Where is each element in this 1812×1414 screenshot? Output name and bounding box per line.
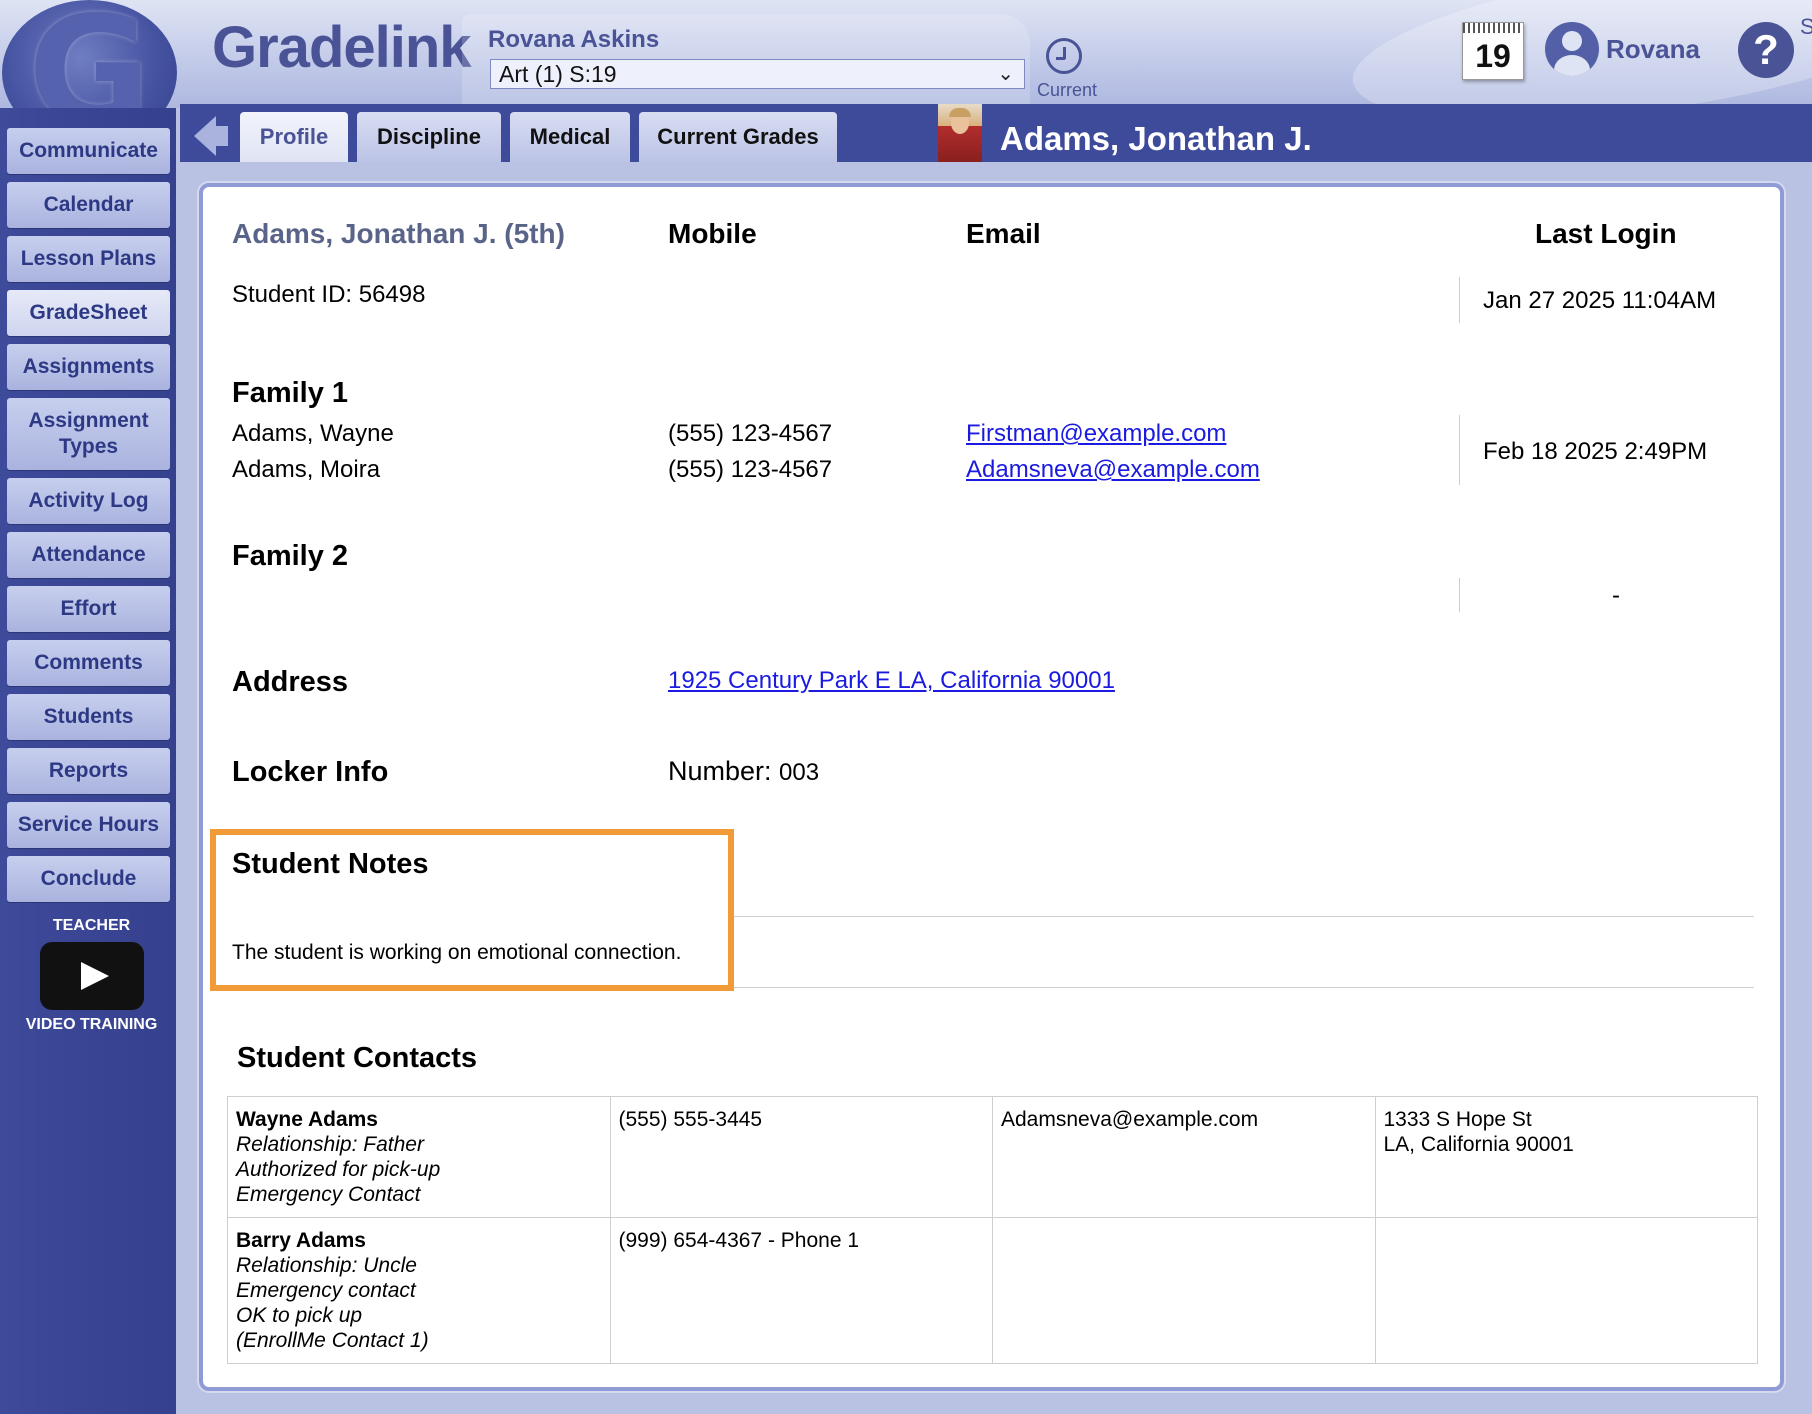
video-training-label[interactable]: VIDEO TRAINING — [0, 1016, 183, 1034]
locker-number: Number: 003 — [668, 756, 819, 787]
contact-phone-cell: (999) 654-4367 - Phone 1 — [609, 1217, 993, 1364]
address-heading: Address — [232, 666, 349, 698]
table-row: Wayne Adams Relationship: Father Authori… — [227, 1096, 1758, 1218]
class-select[interactable]: Art (1) S:19 ⌄ — [490, 59, 1025, 89]
back-arrow-icon[interactable] — [194, 116, 230, 156]
contact-detail: Relationship: Father — [236, 1133, 424, 1156]
contact-email: Adamsneva@example.com — [1001, 1108, 1259, 1131]
family-1-heading: Family 1 — [232, 377, 349, 409]
divider — [1459, 277, 1460, 323]
sidebar-item-communicate[interactable]: Communicate — [7, 128, 170, 174]
last-login-column-header: Last Login — [1535, 218, 1677, 249]
student-last-login: Jan 27 2025 11:04AM — [1483, 287, 1717, 314]
sidebar-item-service-hours[interactable]: Service Hours — [7, 802, 170, 848]
chevron-down-icon: ⌄ — [997, 63, 1014, 85]
sidebar-item-students[interactable]: Students — [7, 694, 170, 740]
sidebar-item-assignment-types[interactable]: Assignment Types — [7, 398, 170, 470]
contact-detail: (EnrollMe Contact 1) — [236, 1329, 429, 1352]
divider — [734, 916, 1754, 917]
sidebar-item-activity-log[interactable]: Activity Log — [7, 478, 170, 524]
contact-phone: (555) 555-3445 — [618, 1108, 763, 1131]
family-2-heading: Family 2 — [232, 540, 349, 572]
family-2-last-login: - — [1612, 582, 1620, 609]
contact-address-cell: 1333 S Hope St LA, California 90001 — [1374, 1096, 1758, 1218]
contact-phone: (999) 654-4367 - Phone 1 — [618, 1229, 860, 1252]
family-1-member-email-link[interactable]: Adamsneva@example.com — [966, 456, 1260, 484]
gradelink-logo[interactable]: G — [2, 0, 177, 108]
family-1-member-name: Adams, Wayne — [232, 420, 394, 447]
student-id: Student ID: 56498 — [232, 281, 426, 308]
family-1-member-mobile: (555) 123-4567 — [668, 456, 833, 483]
divider — [1459, 415, 1460, 485]
current-term-label[interactable]: Current — [1037, 80, 1097, 101]
family-1-member-email-link[interactable]: Firstman@example.com — [966, 420, 1226, 448]
family-1-member-mobile: (555) 123-4567 — [668, 420, 833, 447]
contact-email-cell — [992, 1217, 1376, 1364]
locker-info-heading: Locker Info — [232, 756, 389, 788]
contact-email-cell: Adamsneva@example.com — [992, 1096, 1376, 1218]
contact-address-line: 1333 S Hope St — [1383, 1108, 1532, 1131]
sidebar-item-calendar[interactable]: Calendar — [7, 182, 170, 228]
contact-address-line: LA, California 90001 — [1383, 1133, 1574, 1156]
divider — [734, 987, 1754, 988]
contact-name: Barry Adams — [236, 1229, 366, 1252]
student-notes-heading: Student Notes — [232, 848, 429, 880]
header-edge-text: S — [1800, 14, 1812, 39]
contact-name-cell: Wayne Adams Relationship: Father Authori… — [227, 1096, 611, 1218]
student-avatar — [938, 104, 982, 162]
clock-icon[interactable] — [1046, 38, 1082, 74]
brand-name: Gradelink — [212, 15, 472, 80]
sidebar-item-reports[interactable]: Reports — [7, 748, 170, 794]
family-1-last-login: Feb 18 2025 2:49PM — [1483, 438, 1708, 465]
user-icon[interactable] — [1545, 22, 1599, 76]
contact-detail: OK to pick up — [236, 1304, 363, 1327]
top-header: G Gradelink Rovana Askins Art (1) S:19 ⌄… — [0, 0, 1812, 108]
contact-detail: Relationship: Uncle — [236, 1254, 417, 1277]
mobile-column-header: Mobile — [668, 218, 757, 249]
sidebar-item-assignments[interactable]: Assignments — [7, 344, 170, 390]
play-video-icon[interactable] — [40, 942, 144, 1010]
tab-profile[interactable]: Profile — [240, 112, 348, 162]
table-row: Barry Adams Relationship: Uncle Emergenc… — [227, 1217, 1758, 1364]
contact-detail: Authorized for pick-up — [236, 1158, 441, 1181]
teacher-training-label: TEACHER — [52, 917, 131, 934]
contact-name: Wayne Adams — [236, 1108, 378, 1131]
teacher-name: Rovana Askins — [488, 26, 660, 53]
user-name[interactable]: Rovana — [1606, 34, 1700, 65]
calendar-icon[interactable]: 19 — [1462, 22, 1524, 80]
locker-number-value: 003 — [779, 759, 820, 786]
sidebar-item-lesson-plans[interactable]: Lesson Plans — [7, 236, 170, 282]
contact-name-cell: Barry Adams Relationship: Uncle Emergenc… — [227, 1217, 611, 1364]
student-notes-text: The student is working on emotional conn… — [232, 941, 682, 964]
tab-medical[interactable]: Medical — [510, 112, 630, 162]
help-icon[interactable]: ? — [1738, 22, 1794, 78]
contact-detail: Emergency Contact — [236, 1183, 421, 1206]
locker-number-label: Number: — [668, 756, 772, 786]
student-contacts-table: Wayne Adams Relationship: Father Authori… — [227, 1096, 1758, 1364]
contact-phone-cell: (555) 555-3445 — [609, 1096, 993, 1218]
student-title: Adams, Jonathan J. — [1000, 120, 1312, 157]
email-column-header: Email — [966, 218, 1041, 249]
student-contacts-heading: Student Contacts — [237, 1042, 478, 1074]
tab-current-grades[interactable]: Current Grades — [639, 112, 837, 162]
tab-discipline[interactable]: Discipline — [357, 112, 501, 162]
divider — [1459, 578, 1460, 612]
sidebar-item-effort[interactable]: Effort — [7, 586, 170, 632]
sidebar-item-conclude[interactable]: Conclude — [7, 856, 170, 902]
sidebar-item-gradesheet[interactable]: GradeSheet — [7, 290, 170, 336]
contact-detail: Emergency contact — [236, 1279, 416, 1302]
address-link[interactable]: 1925 Century Park E LA, California 90001 — [668, 667, 1115, 695]
family-1-member-name: Adams, Moira — [232, 456, 381, 483]
sidebar-item-attendance[interactable]: Attendance — [7, 532, 170, 578]
class-select-value: Art (1) S:19 — [499, 60, 617, 87]
contact-address-cell — [1374, 1217, 1758, 1364]
sidebar-item-comments[interactable]: Comments — [7, 640, 170, 686]
student-heading: Adams, Jonathan J. (5th) — [232, 218, 565, 249]
